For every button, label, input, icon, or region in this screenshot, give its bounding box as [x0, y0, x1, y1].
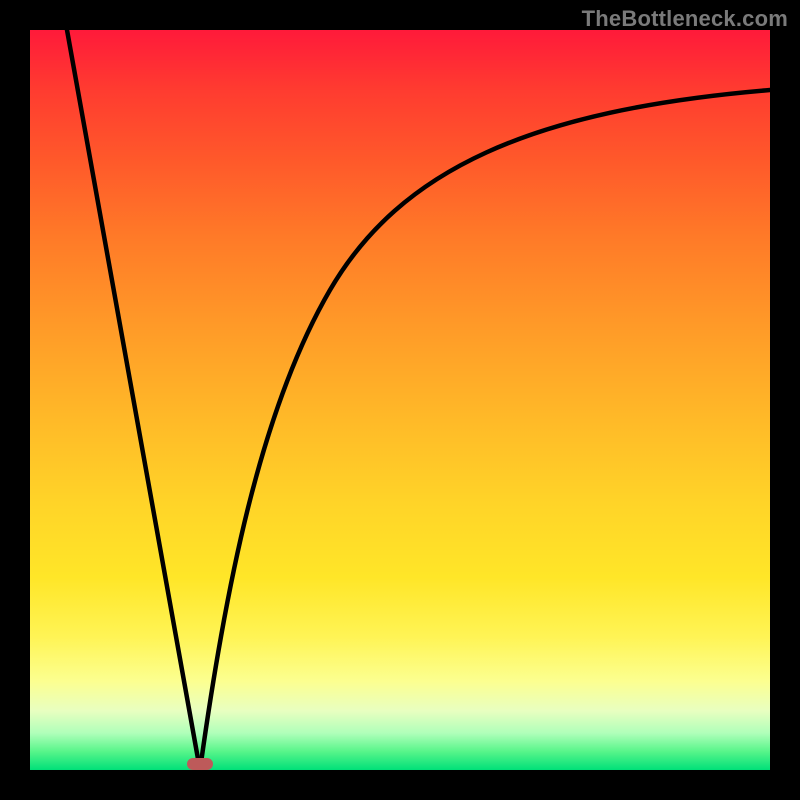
curve-right-branch — [200, 90, 770, 770]
bottleneck-curve — [30, 30, 770, 770]
optimum-marker — [187, 758, 213, 770]
watermark-text: TheBottleneck.com — [582, 6, 788, 32]
curve-left-branch — [67, 30, 200, 770]
